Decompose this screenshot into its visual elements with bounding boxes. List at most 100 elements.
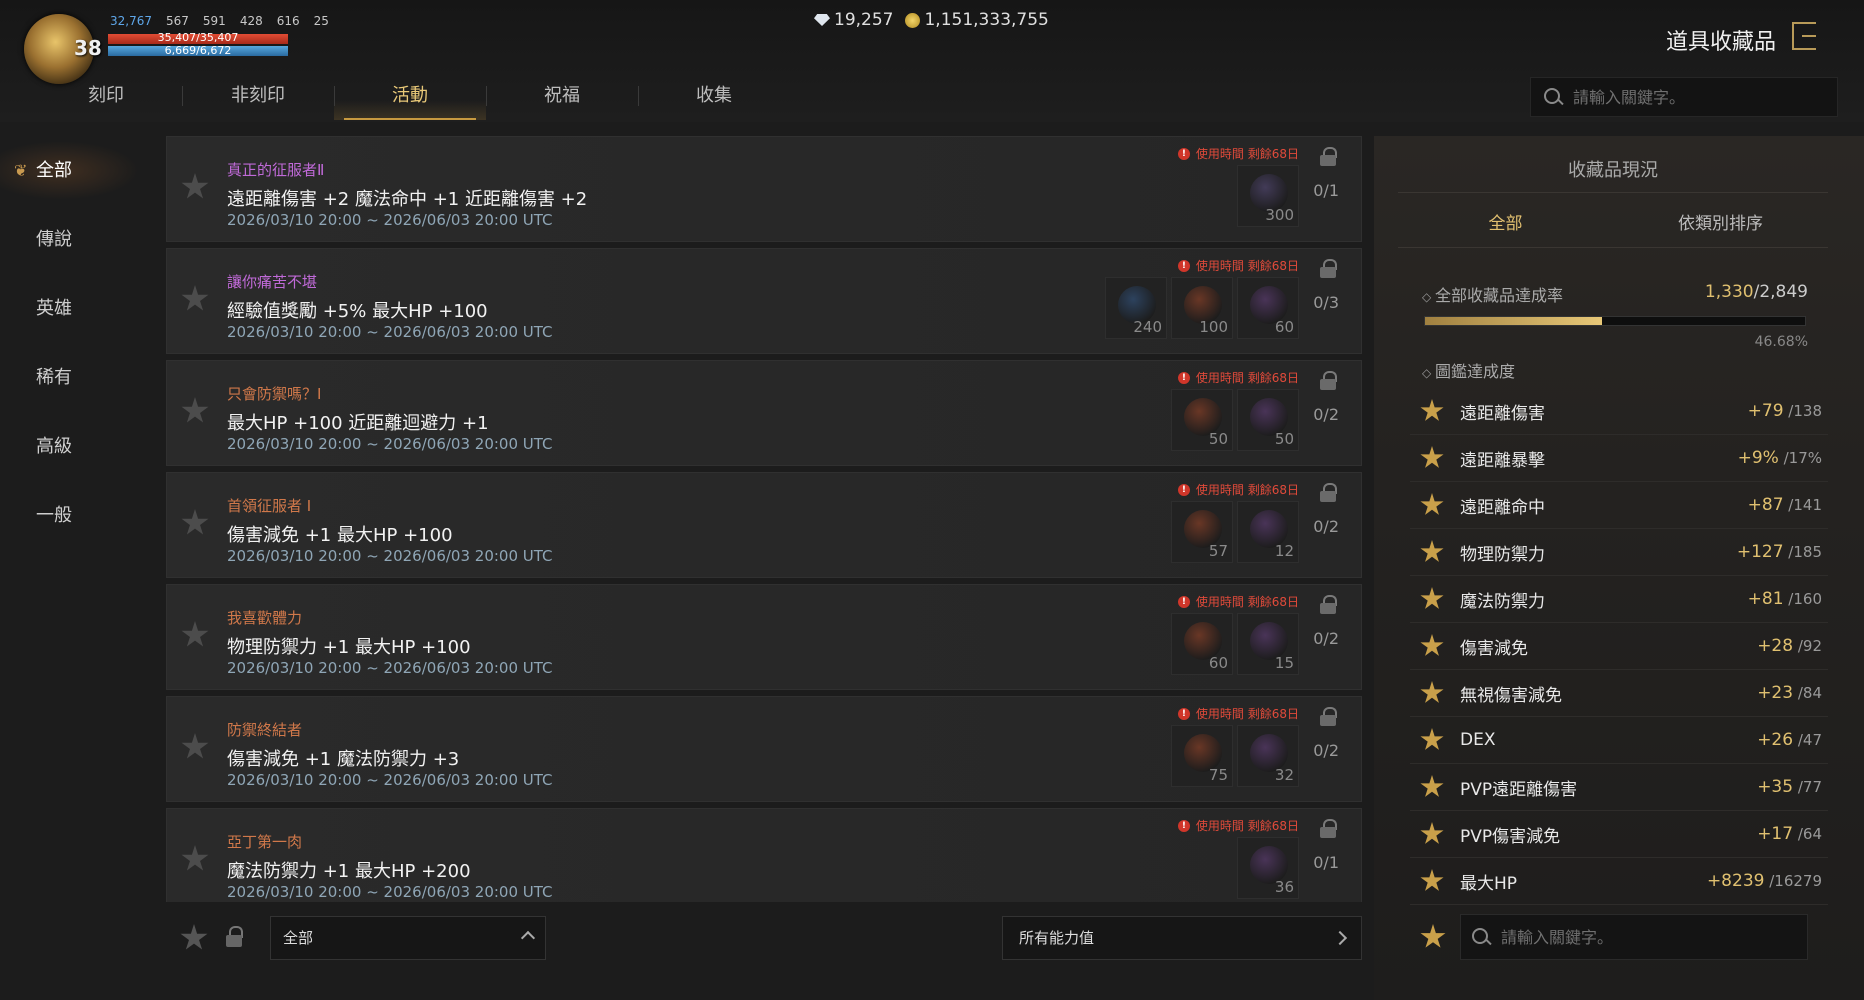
star-icon — [1420, 493, 1444, 515]
material-slot[interactable]: 60 — [1171, 613, 1233, 675]
item-date: 2026/03/10 20:00 ~ 2026/06/03 20:00 UTC — [227, 435, 553, 453]
collection-item[interactable]: 亞丁第一肉 魔法防禦力 +1 最大HP +200 2026/03/10 20:0… — [166, 808, 1362, 902]
favorite-star-icon[interactable] — [181, 397, 209, 423]
lock-icon[interactable] — [1319, 371, 1337, 391]
codex-stat-row[interactable]: 最大HP +8239 /16279 — [1410, 858, 1828, 905]
grade-dropdown[interactable]: 全部 — [270, 916, 546, 960]
sidebar-item-legend[interactable]: 傳說 — [0, 205, 152, 274]
tab-engraved[interactable]: 刻印 — [30, 72, 182, 120]
codex-stat-row[interactable]: 魔法防禦力 +81 /160 — [1410, 576, 1828, 623]
material-slot[interactable]: 15 — [1237, 613, 1299, 675]
codex-stat-row[interactable]: PVP遠距離傷害 +35 /77 — [1410, 764, 1828, 811]
material-slot[interactable]: 300 — [1237, 165, 1299, 227]
material-slot[interactable]: 75 — [1171, 725, 1233, 787]
codex-stat-row[interactable]: 傷害減免 +28 /92 — [1410, 623, 1828, 670]
stat-value: +28 /92 — [1757, 636, 1822, 656]
material-slot[interactable]: 12 — [1237, 501, 1299, 563]
collection-item[interactable]: 我喜歡體力 物理防禦力 +1 最大HP +100 2026/03/10 20:0… — [166, 584, 1362, 690]
favorite-star-icon[interactable] — [181, 285, 209, 311]
tab-all[interactable]: 全部 — [1398, 202, 1613, 246]
stat-name: 遠距離暴擊 — [1460, 450, 1545, 471]
codex-stat-row[interactable]: 遠距離命中 +87 /141 — [1410, 482, 1828, 529]
stat-current: +28 — [1757, 636, 1794, 656]
material-count: 75 — [1208, 766, 1228, 784]
codex-stat-row[interactable]: 物理防禦力 +127 /185 — [1410, 529, 1828, 576]
collection-item[interactable]: 讓你痛苦不堪 經驗值獎勵 +5% 最大HP +100 2026/03/10 20… — [166, 248, 1362, 354]
grade-sidebar: 全部 傳說 英雄 稀有 高級 一般 — [0, 136, 152, 1000]
lock-icon[interactable] — [1319, 147, 1337, 167]
list-footer: 全部 所有能力值 — [166, 912, 1362, 964]
tab-collect[interactable]: 收集 — [638, 72, 790, 120]
lock-icon[interactable] — [1319, 707, 1337, 727]
page-title: 道具收藏品 — [1665, 30, 1776, 55]
favorite-star-icon[interactable] — [181, 173, 209, 199]
favorite-star-icon[interactable] — [181, 509, 209, 535]
all-stats-button[interactable]: 所有能力值 — [1002, 916, 1362, 960]
collection-item[interactable]: 首領征服者 Ⅰ 傷害減免 +1 最大HP +100 2026/03/10 20:… — [166, 472, 1362, 578]
favorite-star-icon[interactable] — [181, 733, 209, 759]
collection-item[interactable]: 真正的征服者Ⅱ 遠距離傷害 +2 魔法命中 +1 近距離傷害 +2 2026/0… — [166, 136, 1362, 242]
material-slot[interactable]: 60 — [1237, 277, 1299, 339]
codex-stat-row[interactable]: 遠距離傷害 +79 /138 — [1410, 388, 1828, 435]
material-slot[interactable]: 50 — [1171, 389, 1233, 451]
divider — [1398, 247, 1828, 248]
codex-stat-row[interactable]: 無視傷害減免 +23 /84 — [1410, 670, 1828, 717]
favorite-star-icon[interactable] — [1420, 924, 1446, 948]
expiry-text: 使用時間 剩餘68日 — [1195, 371, 1299, 385]
collect-ratio: 0/2 — [1313, 741, 1339, 760]
lock-icon[interactable] — [1319, 483, 1337, 503]
favorite-filter-star-icon[interactable] — [180, 924, 208, 950]
material-slot[interactable]: 36 — [1237, 837, 1299, 899]
sidebar-item-advanced[interactable]: 高級 — [0, 412, 152, 481]
mp-text: 6,669/6,672 — [164, 44, 232, 57]
lock-icon[interactable] — [1319, 595, 1337, 615]
material-count: 60 — [1208, 654, 1228, 672]
sidebar-item-common[interactable]: 一般 — [0, 481, 152, 550]
item-effect: 經驗值獎勵 +5% 最大HP +100 — [227, 301, 488, 322]
tab-non-engraved[interactable]: 非刻印 — [182, 72, 334, 120]
codex-stat-row[interactable]: PVP傷害減免 +17 /64 — [1410, 811, 1828, 858]
material-slot[interactable]: 32 — [1237, 725, 1299, 787]
stat-value: +87 /141 — [1747, 495, 1822, 515]
collect-ratio: 0/1 — [1313, 853, 1339, 872]
sidebar-item-all[interactable]: 全部 — [0, 136, 152, 205]
tab-event[interactable]: 活動 — [334, 72, 486, 120]
item-effect: 魔法防禦力 +1 最大HP +200 — [227, 861, 471, 882]
stats-search-input[interactable] — [1501, 927, 1741, 947]
material-slot[interactable]: 100 — [1171, 277, 1233, 339]
chevron-up-icon — [520, 930, 536, 946]
collection-item[interactable]: 防禦終結者 傷害減免 +1 魔法防禦力 +3 2026/03/10 20:00 … — [166, 696, 1362, 802]
stat-current: +9% — [1737, 448, 1779, 468]
codex-stat-row[interactable]: 遠距離暴擊 +9% /17% — [1410, 435, 1828, 482]
material-count: 57 — [1208, 542, 1228, 560]
material-slot[interactable]: 240 — [1105, 277, 1167, 339]
star-icon — [1420, 634, 1444, 656]
all-stats-label: 所有能力值 — [1019, 929, 1095, 947]
character-stats: 32,767 567 591 428 616 25 — [110, 14, 329, 28]
stat-name: 傷害減免 — [1460, 638, 1528, 659]
character-level: 38 — [74, 36, 102, 60]
favorite-star-icon[interactable] — [181, 621, 209, 647]
material-slot[interactable]: 57 — [1171, 501, 1233, 563]
lock-icon[interactable] — [1319, 259, 1337, 279]
favorite-star-icon[interactable] — [181, 845, 209, 871]
exit-icon[interactable] — [1792, 22, 1816, 50]
stat-current: +26 — [1757, 730, 1794, 750]
sidebar-item-rare[interactable]: 稀有 — [0, 343, 152, 412]
stat-value: +127 /185 — [1736, 542, 1822, 562]
material-slots: 300 — [1237, 165, 1299, 227]
lock-icon[interactable] — [1319, 819, 1337, 839]
material-slots: 57 12 — [1171, 501, 1299, 563]
search-input[interactable] — [1573, 87, 1813, 107]
material-slot[interactable]: 50 — [1237, 389, 1299, 451]
stat-max: 64 — [1802, 825, 1822, 843]
lock-filter-icon[interactable] — [226, 926, 244, 948]
material-slots: 36 — [1237, 837, 1299, 899]
collection-item[interactable]: 只會防禦嗎？Ⅰ 最大HP +100 近距離迴避力 +1 2026/03/10 2… — [166, 360, 1362, 466]
tab-sort-by-category[interactable]: 依類別排序 — [1613, 202, 1828, 246]
tab-blessing[interactable]: 祝福 — [486, 72, 638, 120]
sidebar-item-hero[interactable]: 英雄 — [0, 274, 152, 343]
item-name: 我喜歡體力 — [227, 609, 303, 627]
codex-stat-row[interactable]: DEX +26 /47 — [1410, 717, 1828, 764]
stat-current: +35 — [1757, 777, 1794, 797]
